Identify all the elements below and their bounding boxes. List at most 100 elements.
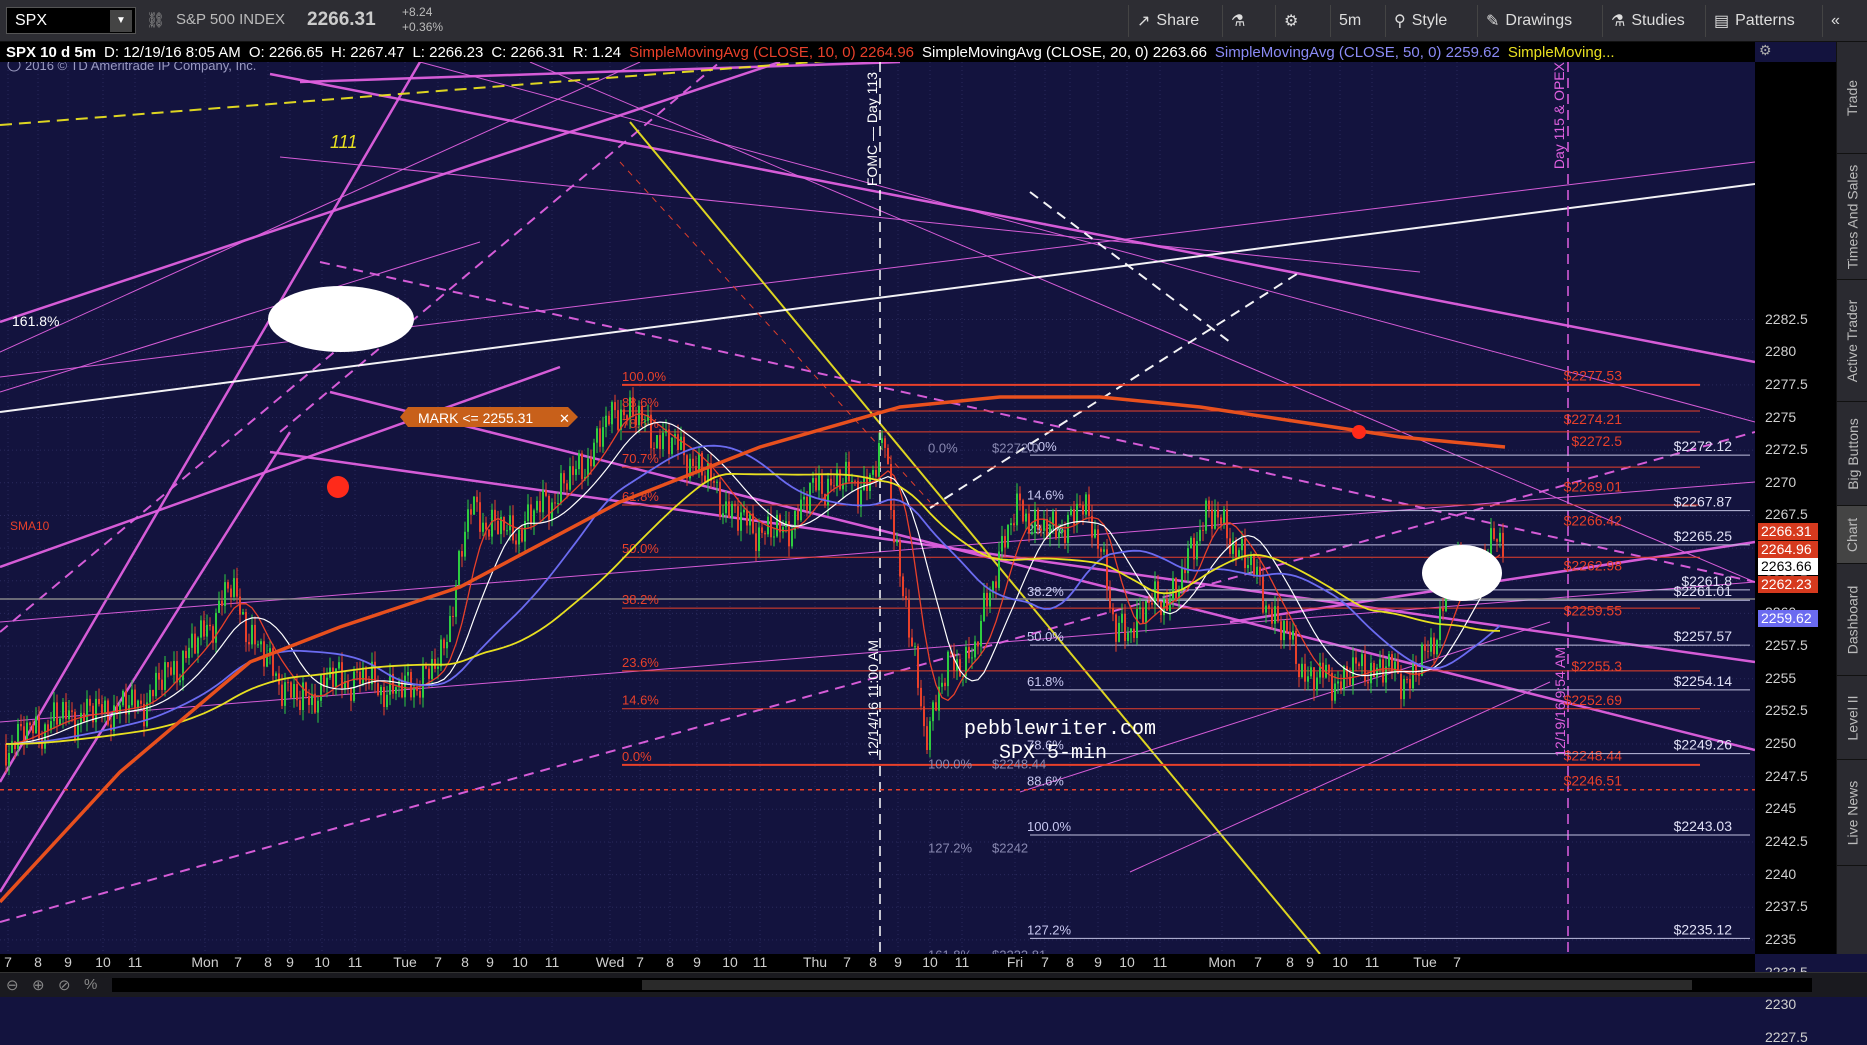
fib-mid-val: $2242	[992, 840, 1028, 855]
zoom-in-icon[interactable]: ⊕	[32, 976, 45, 994]
side-tab-level-ii[interactable]: Level II	[1837, 676, 1867, 760]
candle-body	[293, 684, 295, 698]
candle-body	[1001, 536, 1003, 552]
candle-body	[254, 624, 256, 645]
candle-body	[1307, 676, 1309, 682]
trendline	[269, 72, 1755, 364]
candle-body	[1424, 644, 1426, 651]
chevron-down-icon[interactable]: ▼	[110, 9, 132, 32]
drawings-button[interactable]: ✎ Drawings	[1477, 5, 1580, 37]
candle-body	[722, 513, 724, 517]
candle-body	[1031, 532, 1033, 534]
candle-body	[443, 639, 445, 649]
interval-button[interactable]: 5m	[1330, 5, 1369, 37]
candle-body	[695, 466, 697, 471]
price-axis[interactable]: 2282.522802277.522752272.522702267.52265…	[1755, 42, 1836, 1045]
candle-body	[134, 689, 136, 709]
scroll-track[interactable]	[112, 978, 1812, 992]
candle-body	[509, 515, 511, 531]
time-tick: Tue	[393, 954, 417, 970]
symbol-value[interactable]: SPX	[7, 12, 110, 30]
candle-body	[248, 642, 250, 645]
candle-body	[1250, 555, 1252, 565]
candle-body	[1082, 505, 1084, 515]
candle-body	[1139, 607, 1141, 610]
candle-body	[185, 650, 187, 659]
candle-body	[1175, 578, 1177, 598]
price-chart[interactable]: 100.0%88.6%78.6%70.7%61.8%50.0%38.2%23.6…	[0, 62, 1755, 954]
candle-body	[602, 427, 604, 447]
percent-icon[interactable]: %	[84, 976, 97, 993]
candle-body	[599, 428, 601, 447]
price-tick: 2227.5	[1765, 1028, 1808, 1045]
candle-body	[830, 478, 832, 486]
candle-body	[1376, 667, 1378, 678]
candle-body	[974, 641, 976, 658]
candle-body	[1169, 599, 1171, 611]
candle-body	[338, 662, 340, 669]
time-axis[interactable]: 7 8 9 10 11 Mon 7 8 9 10 11 Tue 7 8 9 10 11 Wed 7 8 9 10 11 Thu…	[0, 954, 1755, 972]
studies-button[interactable]: ⚗ Studies	[1602, 5, 1693, 37]
side-tab-dashboard[interactable]: Dashboard	[1837, 564, 1867, 676]
candle-body	[488, 529, 490, 537]
price-tick: 2245	[1765, 800, 1797, 817]
candle-body	[893, 509, 895, 543]
candle-body	[563, 473, 565, 484]
side-tab-chart[interactable]: Chart	[1837, 506, 1867, 564]
share-icon: ↗	[1137, 13, 1151, 30]
candle-body	[743, 509, 745, 513]
fib-price-label: $2266.42	[1564, 513, 1623, 529]
time-tick: 11	[1152, 954, 1168, 970]
symbol-selector[interactable]: SPX ▼	[6, 7, 136, 34]
zoom-reset-icon[interactable]: ⊘	[58, 976, 71, 994]
scroll-thumb[interactable]	[642, 980, 1692, 990]
fib-price-label: $2259.55	[1564, 602, 1623, 618]
gear-icon: ⚙	[1284, 13, 1299, 30]
collapse-button[interactable]: «	[1822, 5, 1848, 37]
axis-settings-icon[interactable]: ⚙	[1759, 42, 1772, 59]
fib-left-label: 14.6%	[622, 693, 659, 708]
side-tab-times-and-sales[interactable]: Times And Sales	[1837, 154, 1867, 280]
time-tick: 9	[1094, 954, 1102, 970]
candle-body	[920, 687, 922, 707]
bar-date: D: 12/19/16 8:05 AM	[104, 43, 241, 61]
candle-body	[1334, 683, 1336, 701]
price-tag: 2266.31	[1758, 522, 1818, 540]
sma20-legend[interactable]: SimpleMovingAvg (CLOSE, 20, 0) 2263.66	[922, 44, 1207, 61]
candle-body	[1079, 503, 1081, 506]
style-button[interactable]: ⚲ Style	[1385, 5, 1455, 37]
zoom-out-icon[interactable]: ⊖	[6, 976, 19, 994]
candle-body	[131, 689, 133, 706]
fib-white-label: $2235.12	[1674, 921, 1733, 937]
candle-body	[1286, 620, 1288, 632]
share-button[interactable]: ↗ Share	[1128, 5, 1207, 37]
link-icon[interactable]: ⛓	[146, 11, 165, 29]
candle-body	[890, 464, 892, 510]
candle-body	[518, 529, 520, 545]
candle-body	[350, 687, 352, 701]
time-tick: 11	[544, 954, 560, 970]
candle-body	[431, 658, 433, 679]
candle-body	[725, 501, 727, 514]
watermark-title: SPX 5-min	[999, 742, 1107, 765]
side-tab-active-trader[interactable]: Active Trader	[1837, 280, 1867, 402]
side-tab-live-news[interactable]: Live News	[1837, 760, 1867, 866]
sma50-legend[interactable]: SimpleMovingAvg (CLOSE, 50, 0) 2259.62	[1215, 44, 1500, 61]
candle-body	[395, 687, 397, 694]
patterns-button[interactable]: ▤ Patterns	[1705, 5, 1803, 37]
sma-more-legend[interactable]: SimpleMoving...	[1508, 44, 1615, 61]
candle-body	[941, 682, 943, 687]
candle-body	[878, 442, 880, 477]
side-tab-big-buttons[interactable]: Big Buttons	[1837, 402, 1867, 506]
candle-body	[44, 724, 46, 749]
candle-body	[359, 671, 361, 684]
candle-body	[1388, 654, 1390, 667]
side-tab-trade[interactable]: Trade	[1837, 42, 1867, 154]
sma10-legend[interactable]: SimpleMovingAvg (CLOSE, 10, 0) 2264.96	[629, 44, 914, 61]
settings-button[interactable]: ⚙	[1275, 5, 1306, 37]
flask-button[interactable]: ⚗	[1222, 5, 1253, 37]
label-111: 111	[330, 132, 357, 152]
candle-body	[449, 615, 451, 642]
candle-body	[188, 647, 190, 659]
candle-body	[236, 578, 238, 597]
